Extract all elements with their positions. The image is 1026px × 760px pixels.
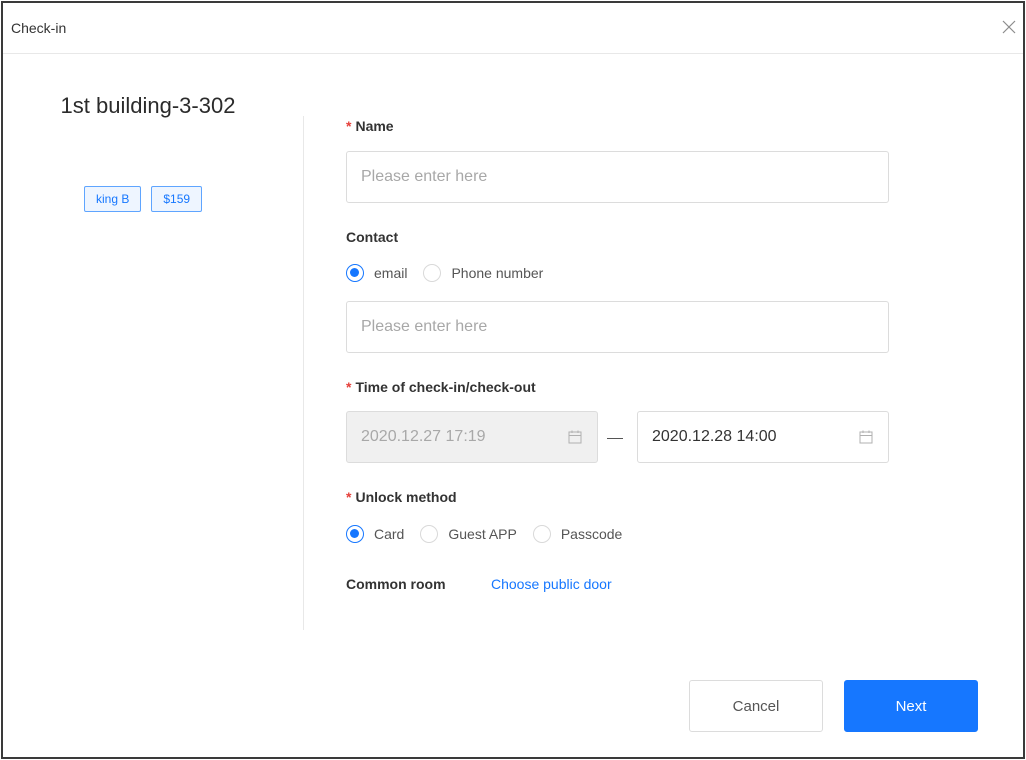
unlock-option-guest-app[interactable]: Guest APP: [420, 525, 517, 543]
contact-option-phone[interactable]: Phone number: [423, 264, 543, 282]
contact-input[interactable]: [346, 301, 889, 353]
radio-button[interactable]: [420, 525, 439, 543]
radio-button[interactable]: [423, 264, 442, 282]
unlock-method-label: * Unlock method: [346, 489, 457, 505]
contact-option-email[interactable]: email: [346, 264, 407, 282]
name-label: * Name: [346, 118, 394, 134]
calendar-icon: [859, 430, 873, 444]
required-mark: *: [346, 118, 352, 134]
calendar-icon: [568, 430, 582, 444]
required-mark: *: [346, 489, 352, 505]
contact-radio-group: email Phone number: [346, 264, 559, 282]
close-icon: [1002, 20, 1016, 34]
room-type-tag: king B: [84, 186, 142, 212]
unlock-radio-group: Card Guest APP Passcode: [346, 525, 638, 543]
checkout-date-picker[interactable]: 2020.12.28 14:00: [637, 411, 889, 463]
radio-button[interactable]: [532, 525, 551, 543]
cancel-button[interactable]: Cancel: [689, 680, 823, 732]
choose-public-door-link[interactable]: Choose public door: [491, 576, 612, 592]
panel-divider: [303, 116, 304, 630]
room-tags: king B $159: [84, 186, 203, 212]
dialog-header: Check-in: [3, 3, 1023, 54]
contact-label: Contact: [346, 229, 399, 245]
common-room-label: Common room: [346, 576, 446, 592]
close-button[interactable]: [999, 17, 1019, 37]
next-button[interactable]: Next: [844, 680, 978, 732]
name-input[interactable]: [346, 151, 889, 203]
checkin-date: 2020.12.27 17:19: [361, 428, 486, 445]
required-mark: *: [346, 379, 352, 395]
unlock-option-card[interactable]: Card: [346, 525, 404, 543]
checkout-date: 2020.12.28 14:00: [652, 428, 777, 445]
radio-button[interactable]: [346, 525, 364, 543]
radio-button[interactable]: [346, 264, 364, 282]
dialog-title: Check-in: [11, 20, 67, 36]
unlock-option-passcode[interactable]: Passcode: [532, 525, 622, 543]
date-range-separator: [607, 438, 623, 439]
time-label: * Time of check-in/check-out: [346, 379, 536, 395]
room-name: 1st building-3-302: [60, 93, 236, 118]
room-price-tag: $159: [151, 186, 203, 212]
checkin-date-picker: 2020.12.27 17:19: [346, 411, 598, 463]
